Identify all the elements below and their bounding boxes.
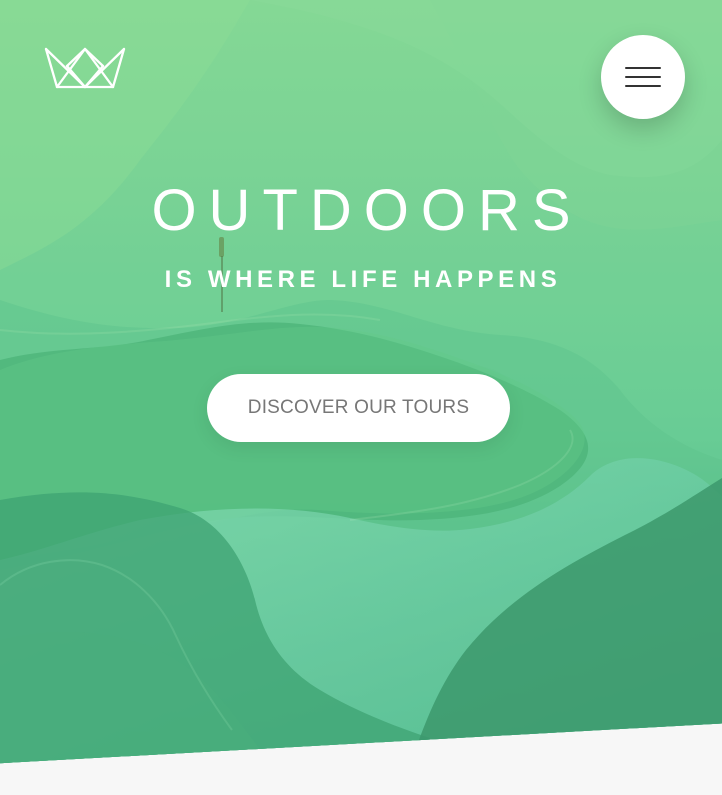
page: OUTDOORS IS WHERE LIFE HAPPENS DISCOVER … <box>0 0 722 795</box>
menu-button[interactable] <box>601 35 685 119</box>
hamburger-menu-icon <box>625 67 661 87</box>
hero-section: OUTDOORS IS WHERE LIFE HAPPENS DISCOVER … <box>0 0 722 764</box>
discover-tours-button[interactable]: DISCOVER OUR TOURS <box>207 374 510 442</box>
crown-logo-icon[interactable] <box>42 44 128 92</box>
page-title: OUTDOORS <box>151 178 583 243</box>
page-subtitle: IS WHERE LIFE HAPPENS <box>164 266 562 293</box>
